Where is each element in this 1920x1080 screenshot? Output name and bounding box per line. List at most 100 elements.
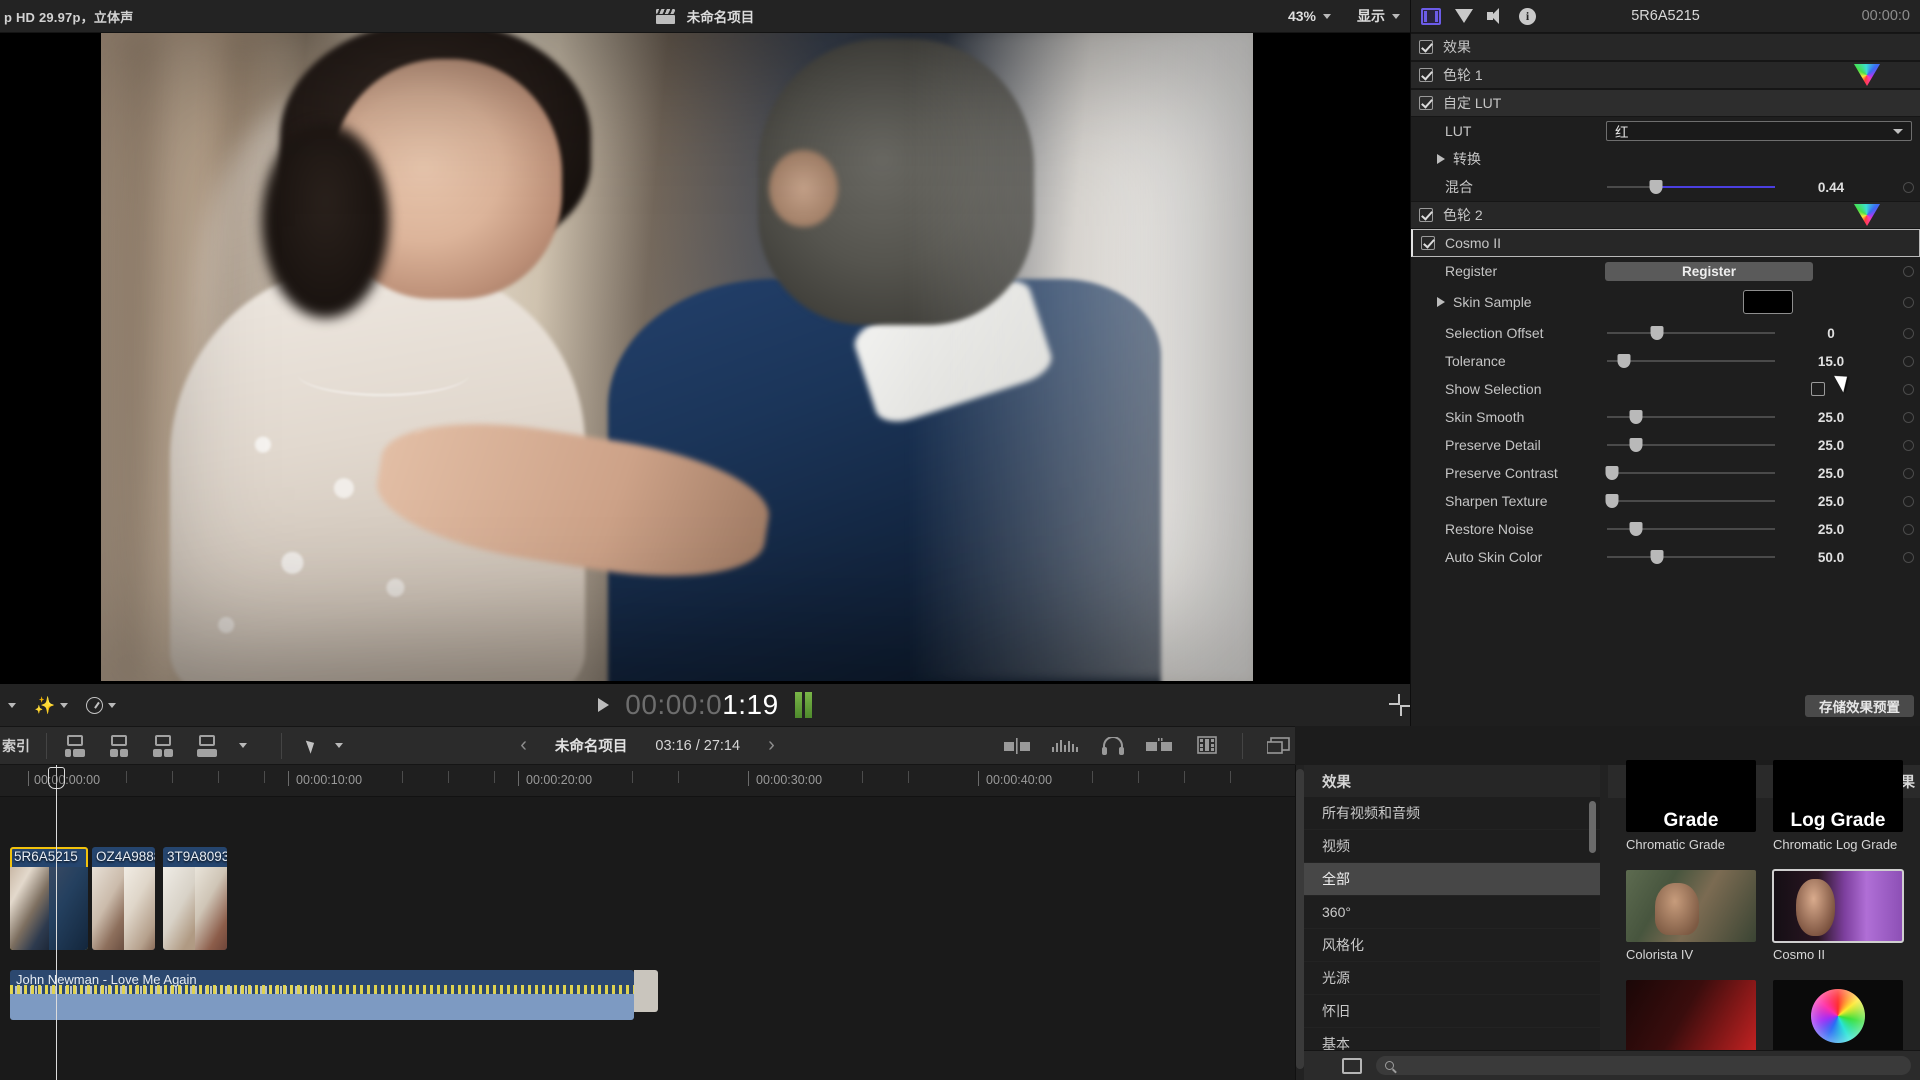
reset-icon[interactable] bbox=[1903, 551, 1914, 563]
playhead-handle[interactable] bbox=[48, 767, 65, 789]
reset-icon[interactable] bbox=[1903, 327, 1914, 339]
filmstrip-icon[interactable] bbox=[1196, 735, 1218, 756]
slider-knob[interactable] bbox=[1629, 410, 1643, 424]
view-menu[interactable]: 显示 bbox=[1357, 6, 1400, 26]
disclosure-triangle-icon[interactable] bbox=[1437, 297, 1445, 307]
slider-track[interactable] bbox=[1607, 550, 1775, 564]
effect-item[interactable]: Log Grade Chromatic Log Grade bbox=[1773, 760, 1903, 853]
fx-category-360[interactable]: 360° bbox=[1304, 896, 1600, 929]
play-triangle-icon[interactable] bbox=[598, 698, 610, 712]
reset-icon[interactable] bbox=[1903, 296, 1914, 308]
inspector-row-register[interactable]: Register Register bbox=[1411, 257, 1920, 285]
filmstrip-icon[interactable] bbox=[1421, 7, 1441, 25]
tool-select-icon[interactable] bbox=[305, 737, 318, 754]
reset-icon[interactable] bbox=[1903, 181, 1914, 193]
video-preview-frame[interactable] bbox=[101, 33, 1253, 681]
fx-category-all-video-audio[interactable]: 所有视频和音频 bbox=[1304, 797, 1600, 830]
disclosure-triangle-icon[interactable] bbox=[1437, 154, 1445, 164]
slider-track[interactable] bbox=[1605, 494, 1775, 508]
effect-item[interactable]: Grade Chromatic Grade bbox=[1626, 760, 1756, 853]
effect-item[interactable]: Colorista IV bbox=[1626, 870, 1756, 963]
timeline-ruler[interactable]: 00:00:00:00 00:00:10:00 00:00:20:00 00:0… bbox=[0, 765, 1295, 797]
index-button[interactable]: 索引 bbox=[0, 736, 30, 756]
speaker-icon[interactable] bbox=[1487, 8, 1505, 24]
timeline-clip[interactable]: 75% 3T9A8093 bbox=[163, 847, 227, 950]
slider-knob[interactable] bbox=[1617, 354, 1631, 368]
fx-category-video[interactable]: 视频 bbox=[1304, 830, 1600, 863]
slider-track[interactable] bbox=[1607, 354, 1775, 368]
checkbox-icon[interactable] bbox=[1419, 40, 1433, 54]
effect-item[interactable] bbox=[1626, 980, 1756, 1052]
color-triangle-icon[interactable] bbox=[1455, 9, 1473, 23]
category-scrollbar[interactable] bbox=[1589, 801, 1596, 853]
connect-clip-icon[interactable] bbox=[63, 734, 87, 757]
inspector-row-skin-sample[interactable]: Skin Sample bbox=[1411, 285, 1920, 319]
insert-clip-icon[interactable] bbox=[107, 734, 131, 757]
slider-knob[interactable] bbox=[1629, 522, 1643, 536]
overwrite-clip-icon[interactable] bbox=[195, 734, 219, 757]
slider-knob[interactable] bbox=[1650, 326, 1664, 340]
slider-knob[interactable] bbox=[1650, 550, 1664, 564]
inspector-section-colorwheel-2[interactable]: 色轮 2 bbox=[1411, 201, 1920, 229]
inspector-row-lut[interactable]: LUT 红 bbox=[1411, 117, 1920, 145]
inspector-row-restore-noise[interactable]: Restore Noise 25.0 bbox=[1411, 515, 1920, 543]
chevron-down-icon[interactable] bbox=[239, 743, 247, 748]
effect-item-selected[interactable]: Cosmo II bbox=[1772, 869, 1904, 963]
fx-category-all[interactable]: 全部 bbox=[1304, 863, 1600, 896]
color-swatch[interactable] bbox=[1743, 290, 1793, 314]
checkbox-icon[interactable] bbox=[1419, 96, 1433, 110]
timeline-panel[interactable]: 00:00:00:00 00:00:10:00 00:00:20:00 00:0… bbox=[0, 765, 1295, 1080]
inspector-row-skin-smooth[interactable]: Skin Smooth 25.0 bbox=[1411, 403, 1920, 431]
slider-track[interactable] bbox=[1605, 466, 1775, 480]
reset-icon[interactable] bbox=[1903, 495, 1914, 507]
slider-track[interactable] bbox=[1607, 410, 1775, 424]
reset-icon[interactable] bbox=[1903, 355, 1914, 367]
inspector-row-auto-skin-color[interactable]: Auto Skin Color 50.0 bbox=[1411, 543, 1920, 571]
chevron-left-icon[interactable]: ‹ bbox=[520, 734, 527, 757]
slider-knob[interactable] bbox=[1629, 438, 1643, 452]
inspector-section-effects[interactable]: 效果 bbox=[1411, 33, 1920, 61]
checkbox-icon[interactable] bbox=[1419, 68, 1433, 82]
color-wheel-icon[interactable] bbox=[1854, 64, 1880, 86]
slider-knob[interactable] bbox=[1605, 466, 1619, 480]
reset-icon[interactable] bbox=[1903, 439, 1914, 451]
playhead-timecode[interactable]: 00:00:01:19 bbox=[625, 689, 778, 721]
timeline-clip[interactable]: 73% OZ4A9888 bbox=[92, 847, 155, 950]
fx-category-stylize[interactable]: 风格化 bbox=[1304, 929, 1600, 962]
chevron-down-icon[interactable] bbox=[335, 743, 343, 748]
inspector-row-preserve-contrast[interactable]: Preserve Contrast 25.0 bbox=[1411, 459, 1920, 487]
reset-icon[interactable] bbox=[1903, 523, 1914, 535]
playhead[interactable] bbox=[48, 765, 65, 1080]
slider-track[interactable] bbox=[1607, 522, 1775, 536]
reset-icon[interactable] bbox=[1903, 467, 1914, 479]
checkbox-icon[interactable] bbox=[1811, 382, 1825, 396]
audio-waveform-icon[interactable] bbox=[1052, 738, 1080, 754]
browser-scrollbar-left[interactable] bbox=[1296, 769, 1304, 1069]
headphone-icon[interactable] bbox=[1102, 736, 1124, 755]
fx-category-light[interactable]: 光源 bbox=[1304, 962, 1600, 995]
reset-icon[interactable] bbox=[1903, 265, 1914, 277]
register-button[interactable]: Register bbox=[1605, 261, 1813, 281]
viewer-canvas[interactable] bbox=[0, 33, 1410, 684]
inspector-row-mix[interactable]: 混合 0.44 bbox=[1411, 173, 1920, 201]
timeline-clip[interactable]: 70% 5R6A5215 bbox=[10, 847, 88, 950]
inspector-row-transform[interactable]: 转换 bbox=[1411, 145, 1920, 173]
window-layout-icon[interactable] bbox=[1267, 736, 1291, 755]
slider-track[interactable] bbox=[1607, 180, 1775, 194]
inspector-row-sharpen-texture[interactable]: Sharpen Texture 25.0 bbox=[1411, 487, 1920, 515]
save-effect-preset-button[interactable]: 存储效果预置 bbox=[1805, 695, 1914, 717]
lut-select[interactable]: 红 bbox=[1606, 121, 1912, 141]
slider-knob[interactable] bbox=[1649, 180, 1663, 194]
timeline-audio-clip[interactable]: John Newman - Love Me Again bbox=[10, 970, 634, 1020]
inspector-parameter-list[interactable]: 效果 色轮 1 自定 LUT LUT 红 转换 混合 0.44 色轮 2 Cos… bbox=[1411, 33, 1920, 686]
inspector-row-selection-offset[interactable]: Selection Offset 0 bbox=[1411, 319, 1920, 347]
slider-track[interactable] bbox=[1607, 438, 1775, 452]
reset-icon[interactable] bbox=[1903, 383, 1914, 395]
slider-knob[interactable] bbox=[1605, 494, 1619, 508]
clip-skimming-icon[interactable] bbox=[1146, 737, 1174, 754]
audio-clip-tail[interactable] bbox=[634, 970, 658, 1012]
inspector-section-custom-lut[interactable]: 自定 LUT bbox=[1411, 89, 1920, 117]
checkbox-icon[interactable] bbox=[1421, 236, 1435, 250]
slider-track[interactable] bbox=[1607, 326, 1775, 340]
append-clip-icon[interactable] bbox=[151, 734, 175, 757]
